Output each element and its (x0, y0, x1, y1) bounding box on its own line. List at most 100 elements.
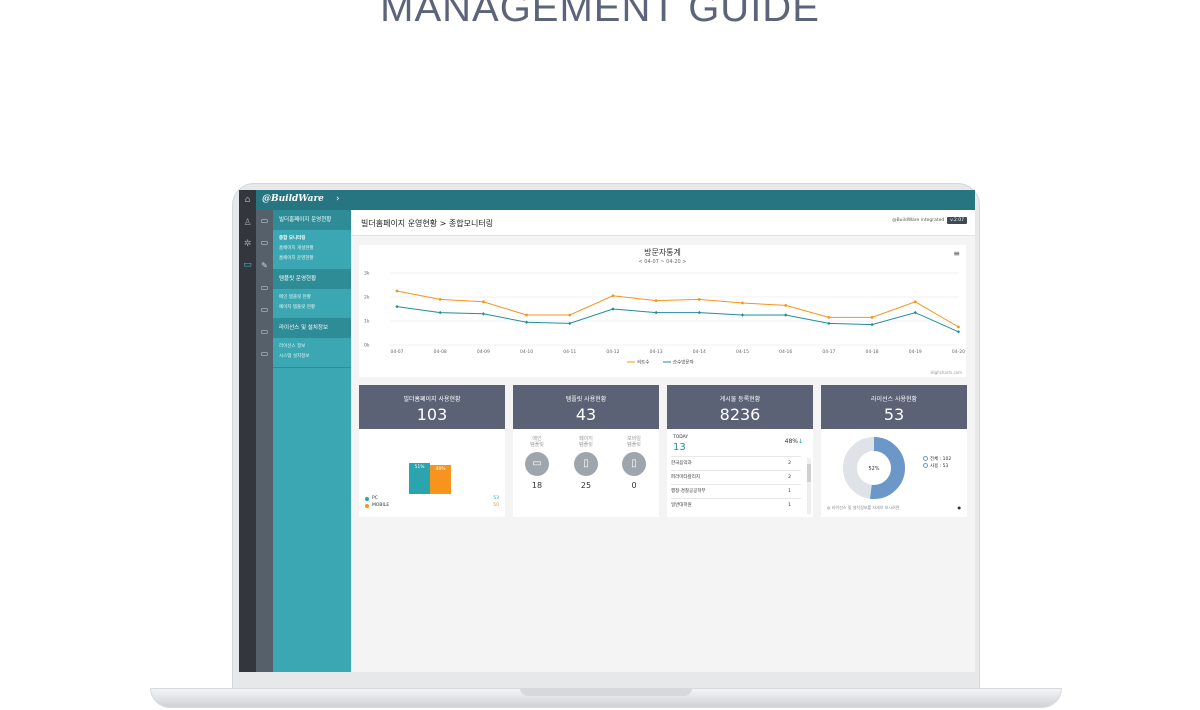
chevron-right-icon[interactable]: › (336, 194, 340, 204)
submenu-icon-rail: ▭ ▭ ✎ ▭ ▭ ▭ ▭ (256, 210, 273, 672)
data-point[interactable] (697, 298, 701, 301)
monitor-list-icon[interactable]: ▭ (259, 305, 270, 315)
edit-icon[interactable]: ✎ (259, 261, 270, 271)
monitor-settings-icon[interactable]: ▭ (259, 238, 270, 248)
data-point[interactable] (956, 330, 961, 334)
legend-label[interactable]: 히트수 (637, 359, 649, 366)
legend-label: MOBILE (372, 503, 390, 508)
sidebar-item-license-info[interactable]: 라이선스 정보 (279, 342, 345, 352)
card-label: 빌더홈페이지 사용현황 (403, 396, 461, 403)
sidebar-group-template[interactable]: 템플릿 운영현황 (273, 269, 351, 289)
app-screen: ⌂ ♙ ✲ ▭ @BuildWare › ▭ ▭ ✎ ▭ ▭ ▭ ▭ 빌더홈페이… (239, 190, 975, 672)
card-value: 53 (883, 405, 905, 424)
data-point[interactable] (870, 316, 874, 319)
card-value: 103 (416, 405, 448, 424)
sidebar-item-homepage-operation[interactable]: 홈페이지 운영현황 (279, 254, 345, 264)
data-point[interactable] (481, 300, 485, 304)
data-point[interactable] (654, 310, 658, 315)
brand-logo[interactable]: @BuildWare (262, 194, 324, 204)
data-point[interactable] (438, 298, 442, 301)
data-point[interactable] (611, 294, 615, 298)
data-point[interactable] (438, 310, 442, 315)
sidebar-group-homepage[interactable]: 빌더홈페이지 운영현황 (273, 210, 351, 230)
monitor-icon[interactable]: ▭ (259, 216, 270, 226)
license-usage-card: 라이선스 사용현황 53 52% 전체 : 102 사용 : 53 ◍ 라이선스… (821, 385, 967, 517)
data-point[interactable] (611, 307, 615, 311)
data-point[interactable] (957, 325, 960, 329)
row-count: 1 (788, 503, 791, 508)
legend-used: 사용 : 53 (923, 463, 951, 470)
data-point[interactable] (870, 322, 874, 327)
legend-label[interactable]: 순수방문자 (673, 359, 695, 366)
data-point[interactable] (913, 300, 917, 304)
data-point[interactable] (395, 304, 399, 309)
page-template-stat[interactable]: 페이지 템플릿 ▯ 25 (566, 436, 606, 490)
board-post-card: 게시물 등록현황 8236 TODAY 13 48%↓ 한국음악과 2 퍼라미타칼… (667, 385, 813, 517)
user-icon[interactable]: ♙ (242, 218, 253, 229)
data-point[interactable] (784, 304, 788, 307)
home-icon[interactable]: ⌂ (242, 195, 253, 206)
board-scrollbar[interactable] (807, 458, 811, 514)
legend-value: 53 (493, 496, 499, 501)
data-point[interactable] (697, 310, 702, 315)
visitor-chart-card: 방문자통계 < 04-07 ~ 04-20 > ≡ 3k 2k 1k 0k 04-07 0… (359, 245, 966, 377)
template-usage-card: 템플릿 사용현황 43 메인 템플릿 ▭ 18 페이지 템플릿 ▯ 25 모바일… (513, 385, 659, 517)
product-name: @BuildWare integrated (892, 218, 945, 223)
stat-count: 18 (531, 481, 543, 490)
sidebar-group-license[interactable]: 라이선스 및 설치정보 (273, 318, 351, 338)
legend-pc: PC 53 (365, 496, 499, 501)
board-row[interactable]: 퍼라미타칼리지 2 (671, 470, 801, 484)
board-row[interactable]: 행정·경찰공공학부 1 (671, 484, 801, 498)
gear-icon[interactable]: ✲ (242, 239, 253, 250)
y-tick-label: 3k (364, 271, 370, 277)
chart-credit[interactable]: Highcharts.com (931, 370, 963, 375)
bar-label: 51% (414, 465, 425, 471)
laptop-icon: ▭ (525, 452, 549, 476)
sidebar-menu: 빌더홈페이지 운영현황 종합 모니터링 홈페이지 개설현황 홈페이지 운영현황 … (273, 210, 351, 672)
card-label: 라이선스 사용현황 (870, 396, 918, 403)
data-point[interactable] (654, 299, 658, 302)
main-template-stat[interactable]: 메인 템플릿 ▭ 18 (517, 436, 557, 490)
mobile-template-stat[interactable]: 모바일 템플릿 ▯ 0 (614, 436, 654, 490)
scroll-thumb[interactable] (807, 464, 811, 482)
more-button[interactable]: ● (958, 505, 962, 510)
data-point[interactable] (568, 313, 572, 317)
data-point[interactable] (740, 313, 745, 317)
mobile-dot-icon (365, 503, 369, 508)
data-point[interactable] (525, 313, 528, 317)
data-point[interactable] (827, 316, 831, 319)
data-point[interactable] (783, 313, 788, 317)
row-name: 일반대학원 (671, 503, 692, 508)
legend-mobile: MOBILE 50 (365, 503, 499, 508)
data-point[interactable] (741, 301, 744, 305)
main-content: 빌더홈페이지 운영현황 > 종합모니터링 @BuildWare integrat… (351, 210, 975, 672)
data-point[interactable] (568, 321, 572, 326)
row-count: 1 (788, 489, 791, 494)
data-point[interactable] (481, 312, 486, 316)
x-tick-label: 04-14 (693, 349, 706, 355)
sidebar-item-page-template[interactable]: 페이지 템플릿 현황 (279, 303, 345, 313)
pc-dot-icon (365, 496, 369, 501)
sidebar-item-main-template[interactable]: 메인 템플릿 현황 (279, 293, 345, 303)
product-badge: @BuildWare integrated v.2.07 (892, 217, 967, 224)
monitor-check-icon[interactable]: ▭ (259, 327, 270, 337)
monitor-lock-icon[interactable]: ▭ (259, 349, 270, 359)
x-tick-label: 04-17 (822, 349, 835, 355)
monitor-icon[interactable]: ▭ (242, 260, 253, 271)
donut-label: 52% (868, 466, 879, 472)
data-point[interactable] (827, 321, 831, 326)
x-tick-label: 04-11 (563, 349, 576, 355)
row-count: 2 (788, 461, 791, 466)
data-point[interactable] (395, 289, 399, 293)
sidebar-item-homepage-open[interactable]: 홈페이지 개설현황 (279, 244, 345, 254)
sidebar-item-system-install[interactable]: 시스템 설치정보 (279, 352, 345, 362)
monitor-refresh-icon[interactable]: ▭ (259, 283, 270, 293)
board-row[interactable]: 일반대학원 1 (671, 498, 801, 512)
x-tick-label: 04-19 (909, 349, 922, 355)
card-label: 게시물 등록현황 (719, 396, 761, 403)
data-point[interactable] (913, 310, 917, 315)
license-donut-chart: 52% (843, 437, 905, 499)
board-row[interactable]: 한국음악과 2 (671, 456, 801, 470)
license-note[interactable]: ◍ 라이선스 및 설치정보를 자세히 보시려면 ● (827, 505, 963, 511)
sidebar-item-monitoring[interactable]: 종합 모니터링 (279, 234, 345, 244)
